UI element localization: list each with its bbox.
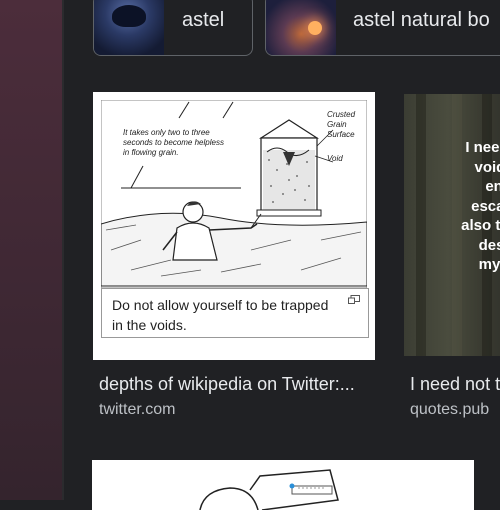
diagram-note: It takes only two to three seconds to be… xyxy=(123,128,224,158)
chip-label: astel natural bo xyxy=(353,9,490,31)
chip-thumbnail xyxy=(94,0,164,55)
quote-line: void is xyxy=(474,158,500,176)
chip-thumbnail xyxy=(266,0,336,55)
result-title[interactable]: I need not t xyxy=(410,374,500,395)
left-background xyxy=(0,0,62,500)
diagram-label: Surface xyxy=(327,130,355,139)
quote-line: escape xyxy=(471,197,500,215)
quote-line: my be xyxy=(478,256,500,273)
suggestion-chip-astel-natural-bo[interactable]: astel natural bo xyxy=(265,0,500,56)
enlarge-icon xyxy=(348,295,360,304)
diagram-label: Crusted xyxy=(327,110,356,119)
diagram-note-line: seconds to become helpless xyxy=(123,138,224,147)
result-thumbnail-partial[interactable] xyxy=(92,460,474,510)
image-caption: Do not allow yourself to be trapped in t… xyxy=(112,297,329,333)
result-title[interactable]: depths of wikipedia on Twitter:... xyxy=(99,374,369,395)
chip-label: astel xyxy=(182,9,225,31)
result-source[interactable]: twitter.com xyxy=(99,401,175,419)
quote-line: despa xyxy=(478,236,500,254)
diagram-label-void: Void xyxy=(327,154,343,163)
result-thumbnail-grain-warning[interactable]: It takes only two to three seconds to be… xyxy=(93,92,375,360)
image-caption-box: Do not allow yourself to be trapped in t… xyxy=(101,288,369,338)
diagram-note-line: It takes only two to three xyxy=(123,128,210,137)
device-illustration xyxy=(199,469,339,510)
suggestion-chip-astel[interactable]: astel xyxy=(93,0,253,56)
quote-text: I need n void is enter escape also to c … xyxy=(404,138,500,294)
diagram-label: Grain xyxy=(327,120,347,129)
quote-line: also to c xyxy=(461,217,500,234)
result-source[interactable]: quotes.pub xyxy=(410,401,489,419)
result-thumbnail-quote[interactable]: I need n void is enter escape also to c … xyxy=(404,94,500,356)
quote-line: I need n xyxy=(465,139,500,156)
diagram-note-line: in flowing grain. xyxy=(123,148,179,157)
diagram-labels: Crusted Grain Surface xyxy=(327,110,355,140)
quote-line: enter xyxy=(485,178,500,195)
quote-line: c xyxy=(404,275,500,295)
